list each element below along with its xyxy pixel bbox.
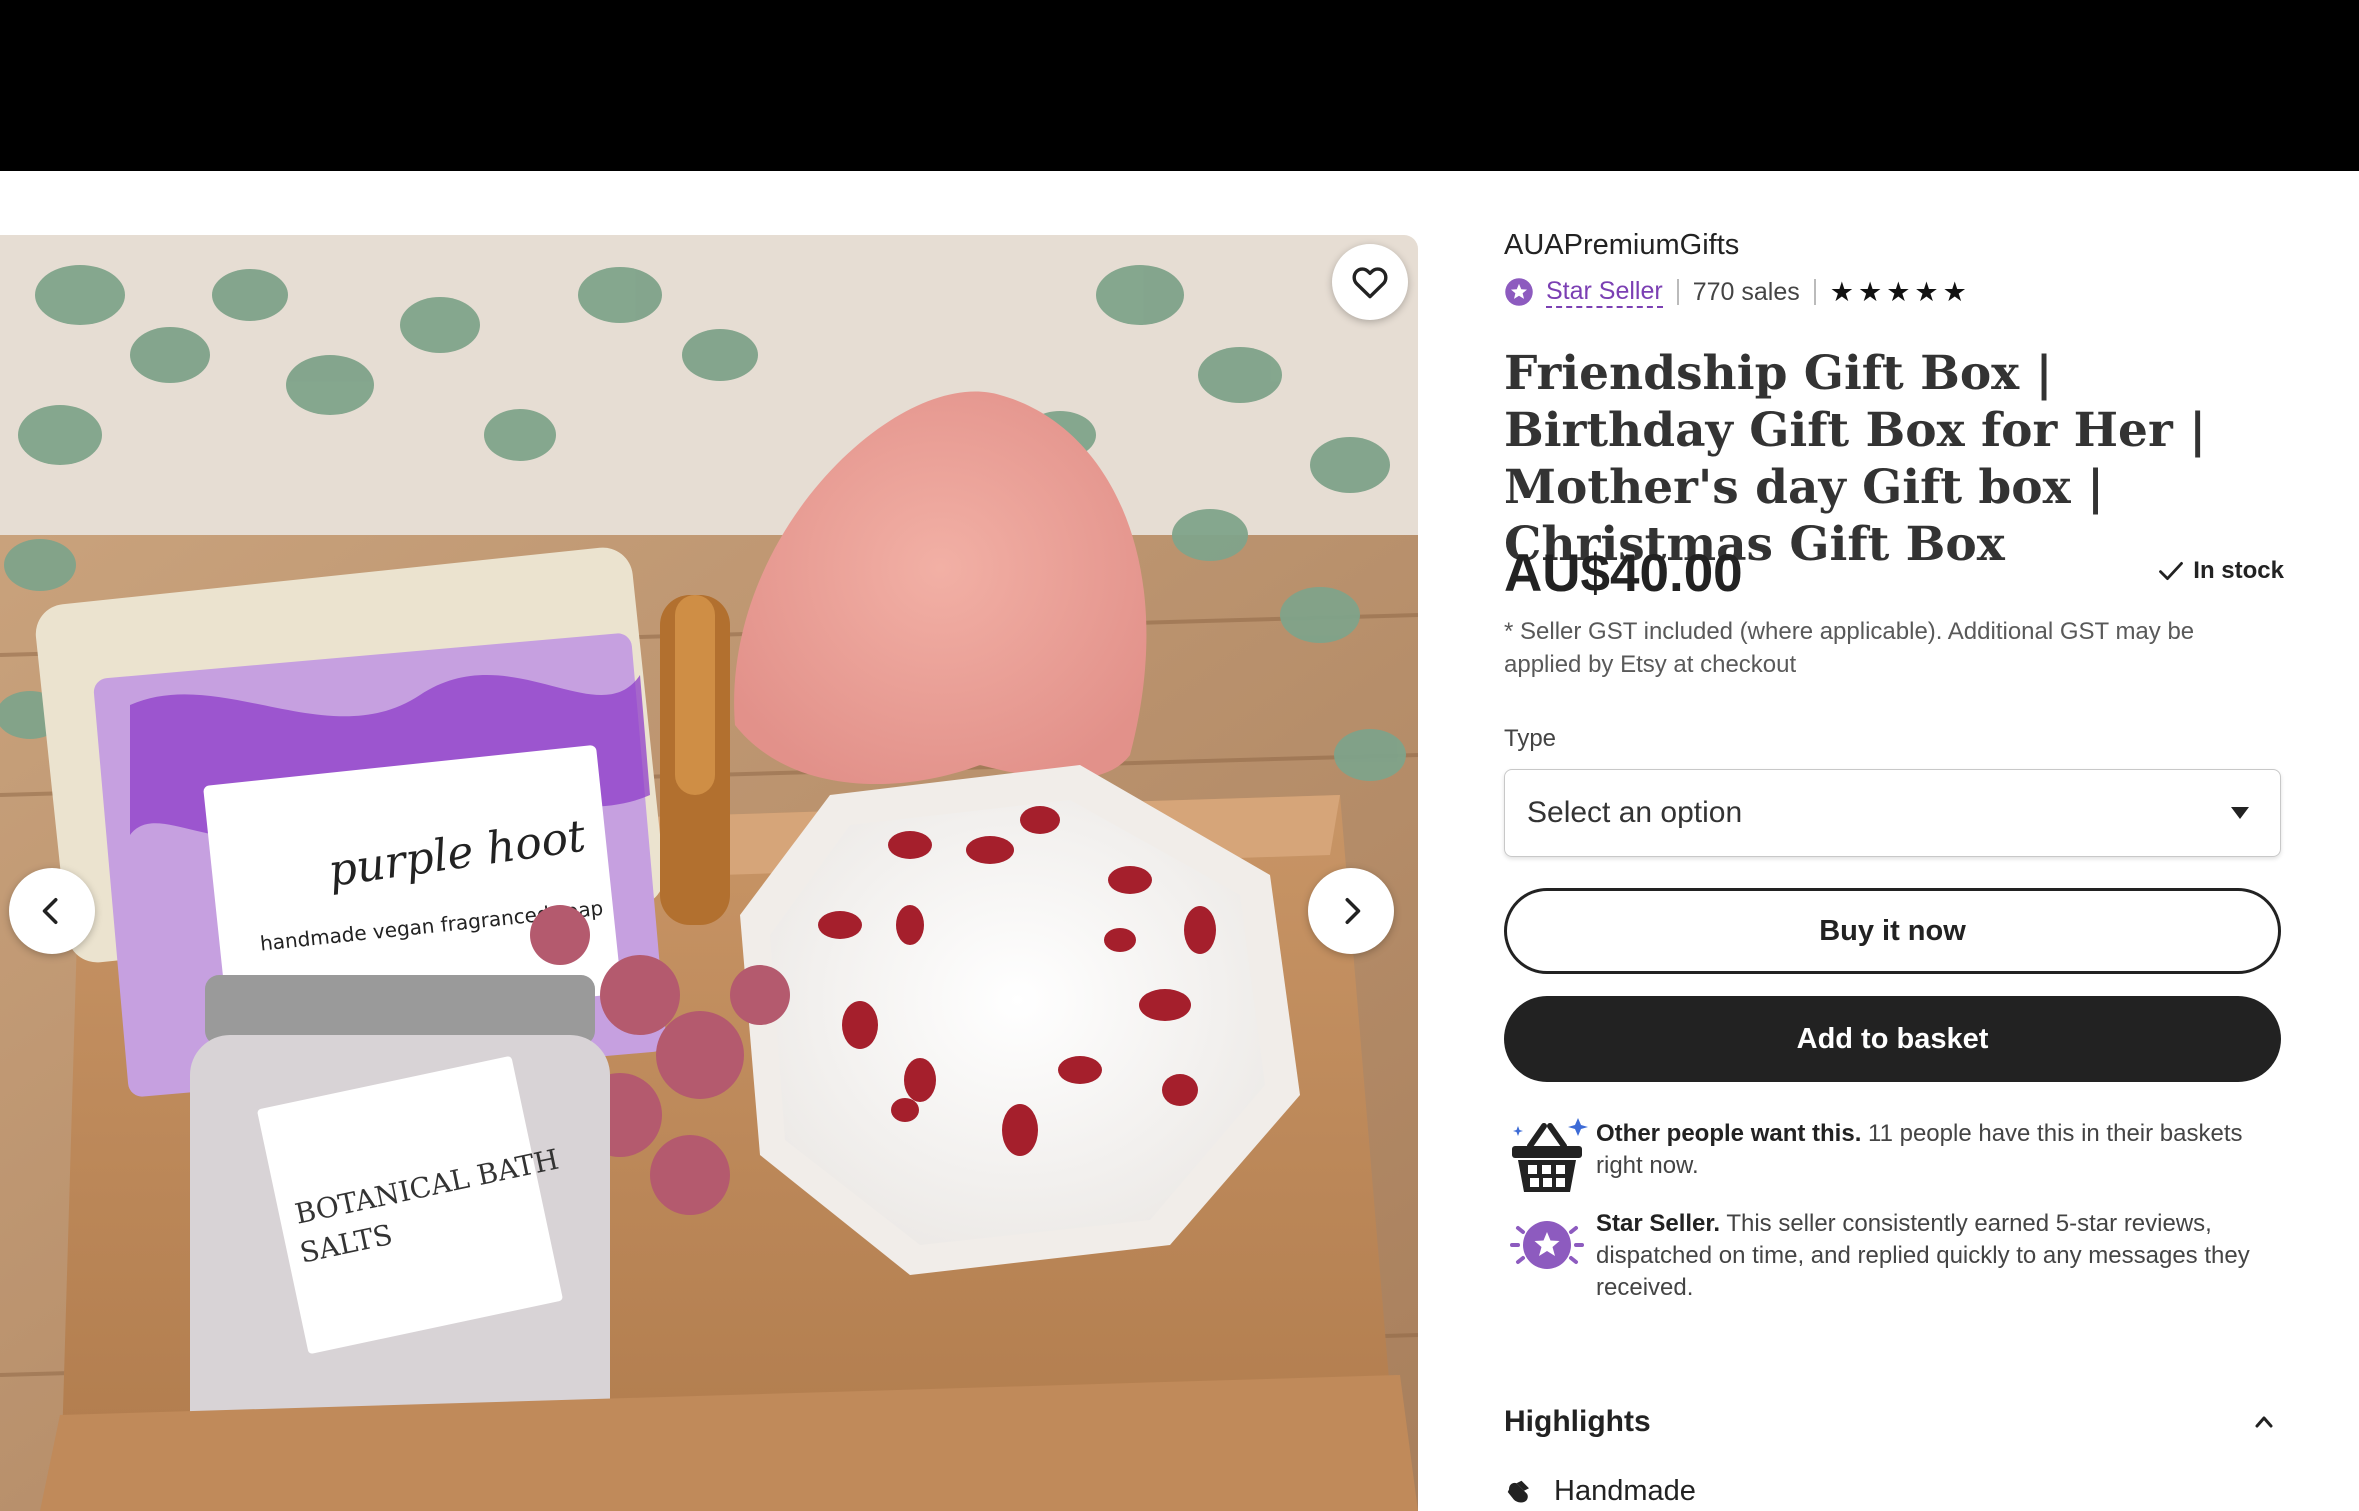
buy-it-now-button[interactable]: Buy it now [1504,888,2281,974]
demand-bold: Other people want this. [1596,1120,1862,1147]
favorite-button[interactable] [1332,244,1408,320]
demand-text: Other people want this. 11 people have t… [1596,1118,2276,1194]
shop-name-link[interactable]: AUAPremiumGifts [1504,229,1739,262]
star-seller-bold: Star Seller. [1596,1210,1721,1237]
next-image-button[interactable] [1308,868,1394,954]
top-black-bar [0,0,2359,171]
demand-signal: Other people want this. 11 people have t… [1504,1118,2284,1194]
divider [1813,279,1816,305]
checkmark-icon [2159,562,2184,580]
highlights-title: Highlights [1504,1405,1651,1438]
chevron-left-icon [42,898,58,924]
chevron-up-icon [2255,1416,2273,1428]
star-icon: ★ [1942,277,1967,307]
star-icon: ★ [1914,277,1939,307]
stock-status: In stock [2157,557,2284,585]
heart-icon [1352,267,1388,299]
gst-note: * Seller GST included (where applicable)… [1504,618,2195,678]
star-icon: ★ [1886,277,1911,307]
type-select-value: Select an option [1527,796,1743,829]
sales-count: 770 sales [1692,277,1800,306]
product-photo: purple hoot handmade vegan fragranced so… [0,235,1418,1511]
chevron-right-icon [1345,898,1361,924]
star-seller-text: Star Seller. This seller consistently ea… [1596,1208,2276,1304]
star-seller-signal: Star Seller. This seller consistently ea… [1504,1208,2284,1304]
star-seller-link[interactable]: Star Seller [1546,276,1663,308]
price: AU$40.00 [1504,544,1743,603]
add-to-basket-button[interactable]: Add to basket [1504,996,2281,1082]
divider [1676,279,1679,305]
highlight-handmade-label: Handmade [1554,1475,1696,1507]
listing-image-carousel[interactable]: purple hoot handmade vegan fragranced so… [0,235,1418,1511]
listing-title: Friendship Gift Box | Birthday Gift Box … [1504,346,2207,572]
caret-down-icon [2231,807,2249,819]
star-seller-badge-icon [1505,278,1533,306]
previous-image-button[interactable] [9,868,95,954]
hand-icon [1507,1480,1529,1502]
stock-status-label: In stock [2193,557,2284,584]
star-icon: ★ [1857,277,1883,307]
variation-label: Type [1504,725,1557,752]
star-seller-icon [1510,1221,1584,1269]
star-icon: ★ [1829,277,1854,307]
seller-badges-row: Star Seller 770 sales ★ ★ ★ ★ ★ [1504,275,1967,309]
basket-icon [1512,1118,1588,1192]
highlight-item-handmade: Handmade [1504,1475,1696,1508]
type-select[interactable]: Select an option [1504,769,2281,857]
rating-stars[interactable]: ★ ★ ★ ★ ★ [1830,277,1967,307]
highlights-toggle[interactable]: Highlights [1504,1405,2284,1439]
